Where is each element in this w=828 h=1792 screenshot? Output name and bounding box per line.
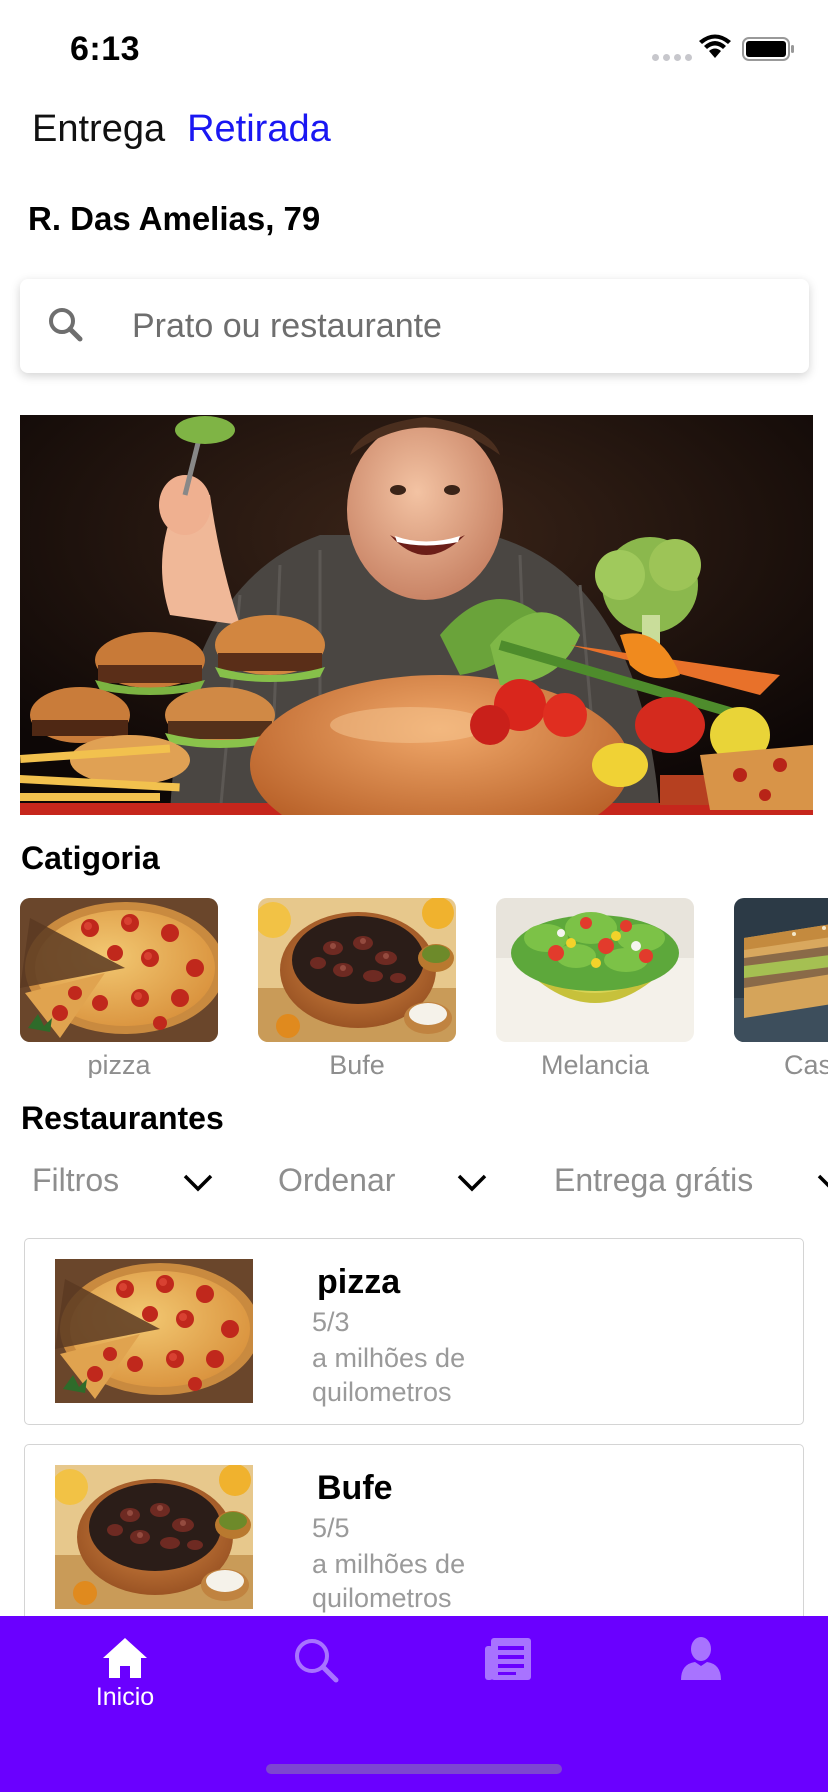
restaurant-card[interactable]: pizza 5/3 a milhões de quilometros (24, 1238, 804, 1425)
category-item-cas[interactable]: Cas (734, 898, 828, 1078)
restaurant-rating: 5/3 (312, 1307, 350, 1337)
status-bar: 6:13 (0, 0, 828, 100)
restaurant-distance: a milhões de quilometros (312, 1343, 466, 1407)
tab-profile[interactable] (641, 1636, 761, 1726)
battery-icon (742, 37, 794, 61)
category-label: Bufe (329, 1050, 385, 1078)
filter-label: Entrega grátis (554, 1162, 754, 1198)
category-label: Cas (784, 1050, 828, 1078)
restaurant-rating: 5/5 (312, 1513, 350, 1543)
chevron-down-icon (183, 1174, 213, 1192)
category-image (734, 898, 828, 1042)
category-image (20, 898, 218, 1042)
tab-label: Inicio (95, 1683, 155, 1711)
status-time: 6:13 (70, 30, 141, 68)
restaurant-card[interactable]: Bufe 5/5 a milhões de quilometros (24, 1444, 804, 1631)
wifi-icon (699, 34, 731, 58)
filter-bar: Filtros Ordenar Entrega grátis (32, 1162, 828, 1210)
orders-icon (485, 1638, 531, 1680)
chevron-down-icon (817, 1174, 828, 1188)
search-input[interactable] (132, 301, 772, 351)
categories-carousel[interactable]: pizza Bufe Melancia Cas (20, 898, 828, 1078)
profile-icon (681, 1637, 721, 1680)
search-icon (295, 1639, 339, 1683)
categories-title: Catigoria (21, 840, 160, 876)
category-item-bufe[interactable]: Bufe (258, 898, 456, 1078)
chevron-down-icon (457, 1174, 487, 1192)
filter-label: Ordenar (278, 1162, 396, 1198)
tab-search[interactable] (256, 1636, 376, 1726)
tab-orders[interactable] (448, 1636, 568, 1726)
filter-label: Filtros (32, 1162, 120, 1198)
category-image (258, 898, 456, 1042)
mode-entrega-button[interactable]: Entrega (32, 108, 165, 151)
restaurant-name: pizza (317, 1263, 401, 1301)
category-label: pizza (87, 1050, 151, 1078)
bottom-tab-bar: Inicio (0, 1616, 828, 1792)
restaurant-image (55, 1259, 253, 1403)
search-icon (49, 308, 83, 342)
category-image (496, 898, 694, 1042)
restaurant-image (55, 1465, 253, 1609)
restaurants-title: Restaurantes (21, 1100, 224, 1136)
category-label: Melancia (540, 1050, 650, 1078)
category-item-pizza[interactable]: pizza (20, 898, 218, 1078)
delivery-mode-toggle: Entrega Retirada (32, 108, 331, 151)
search-bar[interactable] (20, 279, 809, 373)
category-item-melancia[interactable]: Melancia (496, 898, 694, 1078)
delivery-address[interactable]: R. Das Amelias, 79 (28, 200, 320, 238)
restaurant-name: Bufe (317, 1469, 393, 1507)
promo-banner-image[interactable] (20, 415, 813, 815)
home-indicator (266, 1764, 562, 1774)
restaurant-distance: a milhões de quilometros (312, 1549, 466, 1613)
home-icon (103, 1638, 147, 1678)
tab-inicio[interactable]: Inicio (65, 1636, 185, 1726)
cellular-signal-icon (652, 54, 692, 61)
mode-retirada-button[interactable]: Retirada (187, 108, 331, 151)
